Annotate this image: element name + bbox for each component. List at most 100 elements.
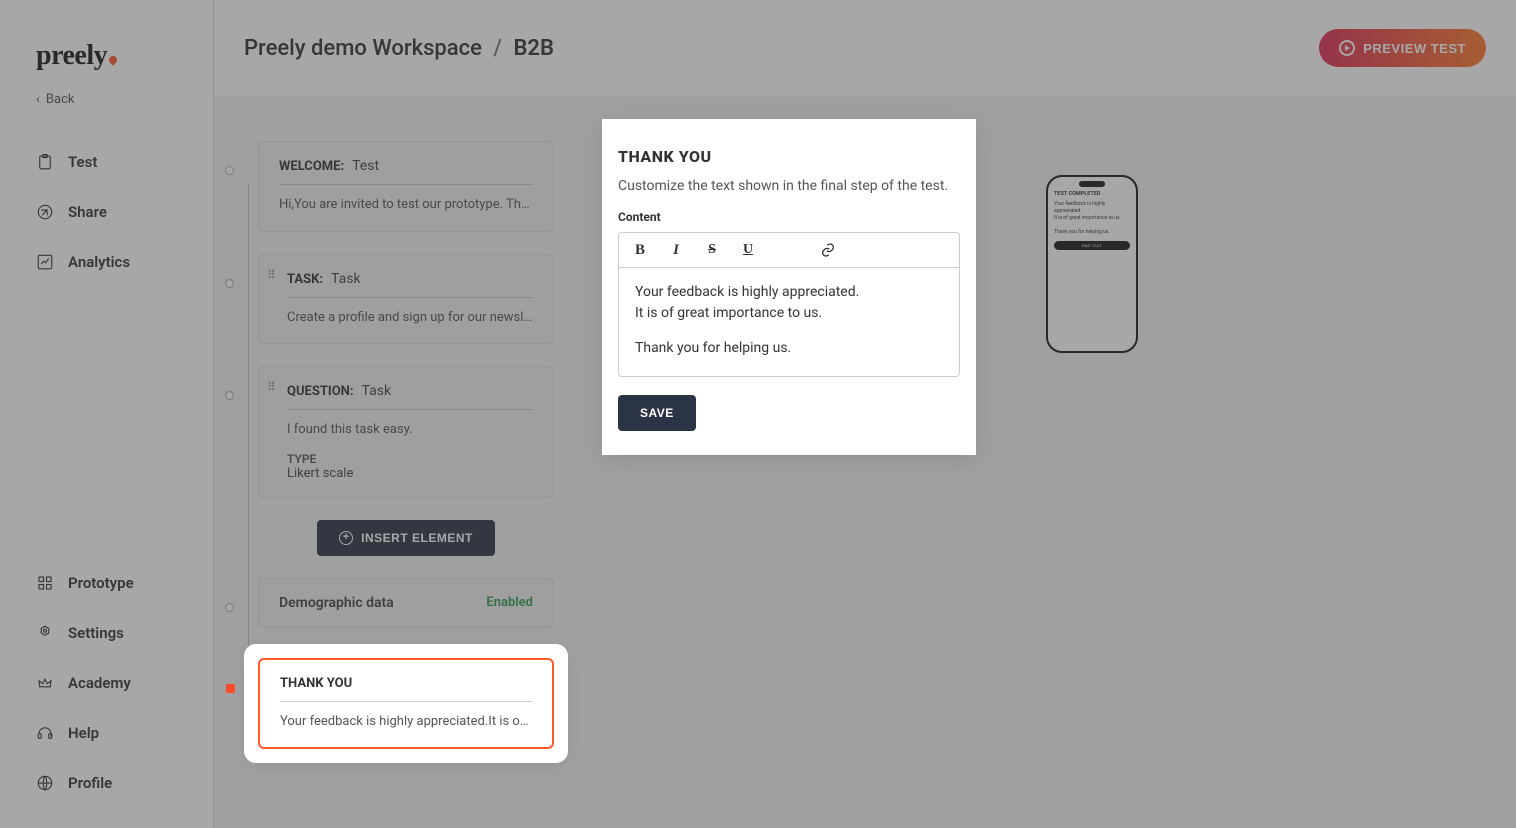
nav-profile[interactable]: Profile [0, 758, 213, 808]
timeline-node-active-icon [226, 684, 235, 693]
nav-settings-label: Settings [68, 624, 124, 642]
step-title: Task [362, 383, 392, 399]
drag-handle-icon[interactable]: ⠿ [267, 384, 275, 390]
nav-prototype[interactable]: Prototype [0, 558, 213, 608]
chevron-left-icon: ‹ [36, 92, 40, 107]
strikethrough-button[interactable]: S [703, 241, 721, 259]
nav-secondary: Prototype Settings Academy Help Profile [0, 558, 213, 808]
nav-help-label: Help [68, 724, 99, 742]
underline-button[interactable]: U [739, 241, 757, 259]
app-root: preely ‹ Back Test Share Analytics [0, 0, 1516, 828]
step-body: Hi,You are invited to test our prototype… [279, 195, 533, 215]
insert-label: INSERT ELEMENT [361, 531, 473, 545]
phone-preview-area: TEST COMPLETED Your feedback is highly a… [976, 97, 1516, 828]
content-line: It is of great importance to us. [635, 303, 943, 324]
breadcrumb-separator: / [487, 36, 508, 61]
sidebar: preely ‹ Back Test Share Analytics [0, 0, 214, 828]
crown-icon [36, 674, 54, 692]
gear-icon [36, 624, 54, 642]
step-demographic[interactable]: Demographic data Enabled [258, 578, 554, 628]
nav-academy[interactable]: Academy [0, 658, 213, 708]
steps-column: WELCOME: Test Hi,You are invited to test… [214, 97, 602, 828]
nav-share-label: Share [68, 203, 107, 221]
step-thankyou-highlight: THANK YOU Your feedback is highly apprec… [250, 650, 562, 758]
timeline-node-icon [225, 391, 234, 400]
nav-test[interactable]: Test [0, 137, 213, 187]
brand-dot-icon [107, 54, 118, 65]
nav-primary: Test Share Analytics [0, 137, 213, 287]
back-label: Back [46, 92, 75, 107]
editor-title: THANK YOU [618, 147, 960, 166]
bold-button[interactable]: B [631, 241, 649, 259]
step-title: Task [331, 271, 361, 287]
content-editor[interactable]: Your feedback is highly appreciated. It … [618, 267, 960, 377]
phone-screen: TEST COMPLETED Your feedback is highly a… [1048, 177, 1136, 256]
content-line: Your feedback is highly appreciated. [635, 282, 943, 303]
content-line: Thank you for helping us. [635, 338, 943, 359]
nav-test-label: Test [68, 153, 97, 171]
step-type-label: WELCOME: [279, 159, 344, 174]
phone-frame: TEST COMPLETED Your feedback is highly a… [1046, 175, 1138, 353]
step-type-label: TASK: [287, 272, 323, 287]
plus-circle-icon: + [339, 531, 353, 545]
step-title: Test [352, 158, 379, 174]
link-button[interactable] [819, 241, 837, 259]
nav-help[interactable]: Help [0, 708, 213, 758]
topbar: Preely demo Workspace / B2B PREVIEW TEST [214, 0, 1516, 97]
step-body: Your feedback is highly appreciated.It i… [280, 712, 532, 732]
italic-button[interactable]: I [667, 241, 685, 259]
globe-icon [36, 774, 54, 792]
breadcrumb: Preely demo Workspace / B2B [244, 36, 554, 61]
editor-content-label: Content [618, 210, 960, 224]
step-welcome[interactable]: WELCOME: Test Hi,You are invited to test… [258, 141, 554, 232]
breadcrumb-workspace[interactable]: Preely demo Workspace [244, 36, 482, 61]
save-button[interactable]: SAVE [618, 395, 696, 431]
main: Preely demo Workspace / B2B PREVIEW TEST… [214, 0, 1516, 828]
nav-analytics[interactable]: Analytics [0, 237, 213, 287]
nav-analytics-label: Analytics [68, 253, 130, 271]
workarea: WELCOME: Test Hi,You are invited to test… [214, 97, 1516, 828]
chart-icon [36, 253, 54, 271]
grid-icon [36, 574, 54, 592]
step-title: Demographic data [279, 595, 394, 611]
nav-settings[interactable]: Settings [0, 608, 213, 658]
phone-line: It is of great importance to us. [1054, 215, 1130, 222]
phone-line: Your feedback is highly appreciated. [1054, 201, 1130, 214]
step-thankyou[interactable]: THANK YOU Your feedback is highly apprec… [258, 658, 554, 750]
step-type-label: QUESTION: [287, 384, 354, 399]
step-body: Create a profile and sign up for our new… [287, 308, 533, 328]
brand-logo: preely [0, 40, 213, 72]
nav-prototype-label: Prototype [68, 574, 134, 592]
share-icon [36, 203, 54, 221]
timeline-line [248, 185, 249, 701]
clipboard-icon [36, 153, 54, 171]
nav-academy-label: Academy [68, 674, 131, 692]
nav-share[interactable]: Share [0, 187, 213, 237]
preview-label: PREVIEW TEST [1363, 41, 1466, 56]
step-body: I found this task easy. [287, 420, 533, 440]
editor-description: Customize the text shown in the final st… [618, 176, 960, 196]
phone-title: TEST COMPLETED [1054, 191, 1130, 198]
step-meta-value: Likert scale [287, 466, 533, 481]
phone-notch-icon [1079, 181, 1105, 187]
back-link[interactable]: ‹ Back [0, 92, 213, 107]
drag-handle-icon[interactable]: ⠿ [267, 272, 275, 278]
editor-toolbar: B I S U [618, 232, 960, 267]
timeline-node-icon [225, 166, 234, 175]
phone-line: Thank you for helping us. [1054, 229, 1130, 236]
brand-text: preely [36, 40, 107, 72]
step-meta-label: TYPE [287, 452, 533, 466]
preview-test-button[interactable]: PREVIEW TEST [1319, 29, 1486, 67]
step-task[interactable]: ⠿ TASK: Task Create a profile and sign u… [258, 254, 554, 345]
nav-profile-label: Profile [68, 774, 112, 792]
insert-element-button[interactable]: + INSERT ELEMENT [317, 520, 495, 556]
status-badge: Enabled [486, 595, 533, 610]
step-type-label: THANK YOU [280, 676, 352, 691]
step-question[interactable]: ⠿ QUESTION: Task I found this task easy.… [258, 366, 554, 498]
play-circle-icon [1339, 40, 1355, 56]
headset-icon [36, 724, 54, 742]
thankyou-editor-panel: THANK YOU Customize the text shown in th… [602, 119, 976, 455]
breadcrumb-current: B2B [513, 36, 554, 61]
timeline-node-icon [225, 279, 234, 288]
timeline-node-icon [225, 603, 234, 612]
